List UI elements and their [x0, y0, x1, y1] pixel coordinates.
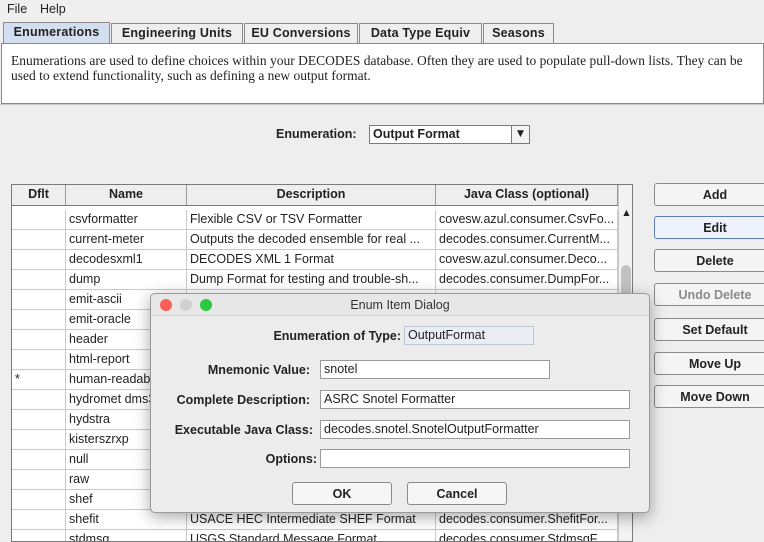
cell-description: USACE HEC Intermediate SHEF Format — [187, 510, 436, 530]
tab-seasons[interactable]: Seasons — [483, 23, 554, 43]
cell-java-class: covesw.azul.consumer.Deco... — [436, 250, 618, 270]
enum-type-field: OutputFormat — [404, 326, 534, 345]
cell-dflt — [12, 450, 66, 470]
options-input[interactable] — [320, 449, 630, 468]
cell-name: csvformatter — [66, 210, 187, 230]
cell-dflt — [12, 350, 66, 370]
cell-java-class: decodes.consumer.ShefitFor... — [436, 510, 618, 530]
chevron-down-icon[interactable]: ▼ — [511, 126, 529, 143]
column-header-dflt[interactable]: Dflt — [12, 185, 66, 205]
description-label: Complete Description: — [176, 393, 310, 407]
enum-type-label: Enumeration of Type: — [273, 329, 401, 343]
enumeration-label: Enumeration: — [276, 127, 357, 141]
cell-java-class: decodes.consumer.CurrentM... — [436, 230, 618, 250]
menu-bar: File Help — [0, 0, 764, 20]
cell-name: shefit — [66, 510, 187, 530]
cell-dflt: * — [12, 370, 66, 390]
separator — [0, 104, 764, 105]
cell-dflt — [12, 510, 66, 530]
cell-dflt — [12, 250, 66, 270]
cell-description: DECODES XML 1 Format — [187, 250, 436, 270]
set-default-button[interactable]: Set Default — [654, 318, 764, 341]
table-row[interactable]: current-meter Outputs the decoded ensembl… — [12, 230, 618, 250]
cancel-button[interactable]: Cancel — [407, 482, 507, 505]
tab-strip: Enumerations Engineering Units EU Conver… — [0, 22, 764, 44]
cell-description: Flexible CSV or TSV Formatter — [187, 210, 436, 230]
info-panel: Enumerations are used to define choices … — [1, 43, 764, 104]
delete-button[interactable]: Delete — [654, 249, 764, 272]
cell-name: stdmsg — [66, 530, 187, 541]
cell-name: decodesxml1 — [66, 250, 187, 270]
java-class-label: Executable Java Class: — [174, 423, 313, 437]
menu-help[interactable]: Help — [40, 2, 66, 16]
table-row[interactable]: csvformatter Flexible CSV or TSV Formatte… — [12, 210, 618, 230]
description-input[interactable]: ASRC Snotel Formatter — [320, 390, 630, 409]
cell-dflt — [12, 490, 66, 510]
menu-file[interactable]: File — [7, 2, 27, 16]
tab-data-type-equiv[interactable]: Data Type Equiv — [359, 23, 482, 43]
column-header-description[interactable]: Description — [187, 185, 436, 205]
add-button[interactable]: Add — [654, 183, 764, 206]
cell-dflt — [12, 330, 66, 350]
cell-java-class: decodes.consumer.DumpFor... — [436, 270, 618, 290]
tab-eu-conversions[interactable]: EU Conversions — [244, 23, 358, 43]
cell-dflt — [12, 230, 66, 250]
cell-description: Outputs the decoded ensemble for real ..… — [187, 230, 436, 250]
column-header-java-class[interactable]: Java Class (optional) — [436, 185, 618, 205]
options-label: Options: — [265, 452, 317, 466]
dialog-titlebar: Enum Item Dialog — [151, 294, 649, 316]
cell-description: USGS Standard Message Format — [187, 530, 436, 541]
cell-dflt — [12, 210, 66, 230]
table-header: Dflt Name Description Java Class (option… — [12, 185, 618, 206]
cell-dflt — [12, 310, 66, 330]
table-row[interactable]: dump Dump Format for testing and trouble-… — [12, 270, 618, 290]
mnemonic-label: Mnemonic Value: — [207, 363, 310, 377]
tab-enumerations[interactable]: Enumerations — [3, 22, 110, 44]
cell-java-class: covesw.azul.consumer.CsvFo... — [436, 210, 618, 230]
cell-dflt — [12, 410, 66, 430]
info-text: Enumerations are used to define choices … — [11, 53, 743, 83]
cell-dflt — [12, 530, 66, 541]
java-class-input[interactable]: decodes.snotel.SnotelOutputFormatter — [320, 420, 630, 439]
undo-delete-button[interactable]: Undo Delete — [654, 283, 764, 306]
table-row[interactable]: decodesxml1 DECODES XML 1 Format covesw.az… — [12, 250, 618, 270]
column-header-name[interactable]: Name — [66, 185, 187, 205]
cell-name: current-meter — [66, 230, 187, 250]
mnemonic-input[interactable]: snotel — [320, 360, 550, 379]
cell-dflt — [12, 390, 66, 410]
cell-dflt — [12, 290, 66, 310]
move-up-button[interactable]: Move Up — [654, 352, 764, 375]
enumeration-select[interactable]: Output Format ▼ — [369, 125, 530, 144]
ok-button[interactable]: OK — [292, 482, 392, 505]
enum-item-dialog: Enum Item Dialog Enumeration of Type: Ou… — [150, 293, 650, 513]
dialog-title: Enum Item Dialog — [350, 298, 450, 312]
enumeration-selected-value: Output Format — [373, 127, 460, 141]
cell-dflt — [12, 470, 66, 490]
edit-button[interactable]: Edit — [654, 216, 764, 239]
cell-name: dump — [66, 270, 187, 290]
cell-java-class: decodes.consumer.StdmsgF... — [436, 530, 618, 541]
table-row[interactable]: stdmsg USGS Standard Message Format decode… — [12, 530, 618, 541]
table-row[interactable]: shefit USACE HEC Intermediate SHEF Format… — [12, 510, 618, 530]
move-down-button[interactable]: Move Down — [654, 385, 764, 408]
cell-description: Dump Format for testing and trouble-sh..… — [187, 270, 436, 290]
scroll-up-icon[interactable]: ▲ — [619, 206, 632, 220]
cell-dflt — [12, 430, 66, 450]
cell-dflt — [12, 270, 66, 290]
tab-engineering-units[interactable]: Engineering Units — [111, 23, 243, 43]
